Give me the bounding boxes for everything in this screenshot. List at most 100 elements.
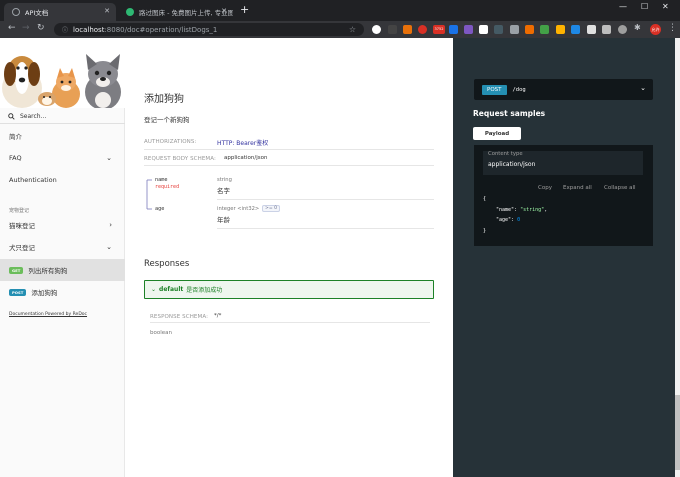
operation-panel: 添加狗狗 登记一个新狗狗 AUTHORIZATIONS: HTTP: Beare…	[125, 38, 453, 477]
sidebar-item-cats[interactable]: 猫咪登记 ›	[0, 214, 125, 236]
close-window-icon[interactable]: ✕	[662, 2, 669, 11]
tab-api-doc[interactable]: API文档 ✕	[4, 3, 116, 21]
address-bar[interactable]: ⓘ localhost:8080/doc#operation/listDogs_…	[54, 23, 364, 36]
divider	[144, 165, 434, 166]
sidebar-item-faq[interactable]: FAQ ⌄	[0, 147, 125, 169]
request-schema-properties: name required string 名字 age integer <int…	[144, 172, 434, 234]
chevron-right-icon: ›	[109, 221, 112, 229]
property-type: string	[217, 177, 232, 183]
responses-heading: Responses	[144, 259, 190, 269]
sidebar: Search... 简介 FAQ ⌄ Authentication 宠物登记 猫…	[0, 38, 125, 477]
extension-icon[interactable]	[403, 25, 412, 34]
extension-icon[interactable]	[587, 25, 596, 34]
chevron-down-icon: ⌄	[106, 243, 112, 251]
property-description: 名字	[217, 187, 230, 195]
http-method-badge: POST	[482, 84, 507, 95]
extension-icon[interactable]	[464, 25, 473, 34]
request-schema-label: REQUEST BODY SCHEMA:	[144, 156, 216, 162]
property-name: age	[155, 206, 165, 212]
maximize-icon[interactable]: ☐	[641, 2, 648, 11]
sidebar-item-label: Authentication	[9, 176, 57, 184]
http-method-badge: GET	[9, 266, 24, 274]
authorizations-link[interactable]: HTTP: Bearer鉴权	[217, 138, 268, 147]
powered-by-link[interactable]: Documentation Powered by ReDoc	[9, 312, 87, 317]
endpoint-toggle[interactable]: POST /dog ⌄	[474, 79, 653, 100]
sidebar-item-label: 列出所有狗狗	[28, 267, 68, 275]
response-code: default	[159, 286, 184, 293]
chevron-down-icon: ⌄	[640, 84, 646, 92]
response-schema-type: */*	[214, 313, 222, 319]
sidebar-item-label: 猫咪登记	[9, 222, 35, 230]
extension-icon[interactable]	[571, 25, 580, 34]
search-icon	[8, 113, 15, 120]
scrollbar-thumb[interactable]	[675, 395, 680, 470]
extension-icon[interactable]	[556, 25, 565, 34]
divider	[150, 322, 430, 323]
extension-icon[interactable]	[618, 25, 627, 34]
sidebar-item-dogs[interactable]: 犬只登记 ⌄	[0, 236, 125, 258]
browser-toolbar: ← → ↻ ⓘ localhost:8080/doc#operation/lis…	[0, 21, 680, 38]
json-key: "age"	[496, 217, 512, 223]
globe-icon	[12, 8, 20, 16]
json-open-brace: {	[483, 196, 487, 202]
tab-payload[interactable]: Payload	[473, 127, 521, 140]
image-host-icon	[126, 8, 134, 16]
bookmark-star-icon[interactable]: ☆	[349, 25, 356, 34]
copy-button[interactable]: Copy	[538, 185, 552, 191]
address-host: localhost	[73, 25, 105, 34]
close-tab-icon[interactable]: ✕	[104, 7, 110, 15]
divider	[144, 149, 434, 150]
profile-avatar[interactable]: 允许	[650, 24, 661, 35]
extension-icon[interactable]	[449, 25, 458, 34]
content-type-value: application/json	[488, 161, 536, 168]
content-type-label: Content type	[488, 151, 523, 157]
chevron-down-icon: ⌄	[151, 286, 157, 293]
property-type: integer <int32>	[217, 206, 260, 212]
more-menu-icon[interactable]: ⋮	[668, 23, 677, 33]
tab-title: API文档	[25, 9, 49, 17]
expand-all-button[interactable]: Expand all	[563, 185, 592, 191]
minimize-icon[interactable]: —	[619, 2, 627, 11]
sidebar-item-label: FAQ	[9, 154, 22, 162]
extension-icon[interactable]	[372, 25, 381, 34]
response-type: boolean	[150, 330, 172, 336]
authorizations-label: AUTHORIZATIONS:	[144, 139, 197, 145]
request-schema-type: application/json	[224, 155, 268, 161]
divider	[217, 228, 434, 229]
sidebar-item-list-dogs[interactable]: GET 列出所有狗狗	[0, 259, 125, 281]
extension-badge[interactable]: 3752	[433, 25, 445, 34]
reload-icon[interactable]: ↻	[37, 23, 45, 33]
extension-icon[interactable]	[540, 25, 549, 34]
extension-icon[interactable]	[510, 25, 519, 34]
property-name: name	[155, 177, 168, 183]
json-line-age: "age": 0	[496, 217, 521, 223]
divider	[217, 199, 434, 200]
tab-title: 路过图床 - 免费图片上传, 专业图	[139, 9, 233, 17]
extension-icon[interactable]	[418, 25, 427, 34]
constraint-badge: >= 0	[262, 205, 281, 212]
samples-panel	[453, 38, 675, 477]
extension-icon[interactable]	[525, 25, 534, 34]
close-tab-icon[interactable]: ✕	[221, 7, 227, 15]
back-icon[interactable]: ←	[8, 23, 16, 33]
operation-description: 登记一个新狗狗	[144, 116, 190, 124]
response-default[interactable]: ⌄ default 是否添加成功	[144, 280, 434, 299]
extension-icon[interactable]	[479, 25, 488, 34]
collapse-all-button[interactable]: Collapse all	[604, 185, 636, 191]
search-placeholder: Search...	[20, 113, 47, 120]
json-number-value: 0	[517, 217, 521, 223]
sidebar-item-label: 犬只登记	[9, 244, 35, 252]
puzzle-icon[interactable]: ✱	[634, 23, 643, 32]
sidebar-item-authentication[interactable]: Authentication	[0, 169, 125, 191]
new-tab-plus-icon[interactable]: +	[240, 3, 249, 16]
search-input[interactable]: Search...	[0, 110, 125, 124]
extension-icon[interactable]	[388, 25, 397, 34]
chevron-down-icon: ⌄	[106, 154, 112, 162]
tab-image-host[interactable]: 路过图床 - 免费图片上传, 专业图 ✕	[118, 3, 233, 21]
sidebar-item-add-dog[interactable]: POST 添加狗狗	[0, 281, 125, 303]
extension-icon[interactable]	[494, 25, 503, 34]
extension-icon[interactable]	[602, 25, 611, 34]
sidebar-item-intro[interactable]: 简介	[0, 125, 125, 147]
info-icon: ⓘ	[62, 27, 69, 34]
forward-icon[interactable]: →	[22, 23, 30, 33]
